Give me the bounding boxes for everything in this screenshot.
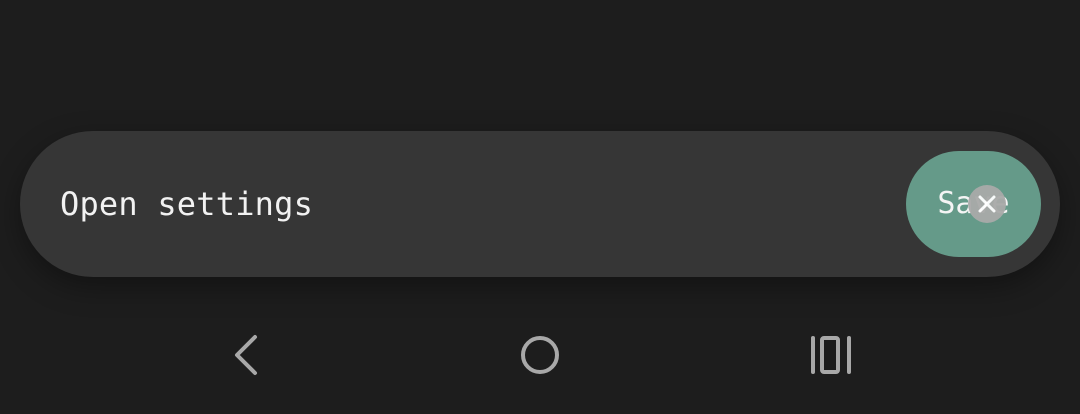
recents-bars-icon: [811, 336, 851, 374]
close-icon[interactable]: [968, 185, 1006, 223]
snackbar-message: Open settings: [60, 185, 314, 223]
home-button[interactable]: [505, 330, 575, 380]
back-chevron-icon: [235, 335, 257, 375]
home-circle-icon: [521, 336, 559, 374]
back-button[interactable]: [210, 330, 280, 380]
navigation-bar: [0, 300, 1080, 414]
recents-button[interactable]: [796, 330, 866, 380]
app-screen: Open settings Save: [0, 0, 1080, 414]
snackbar: Open settings Save: [20, 131, 1060, 277]
